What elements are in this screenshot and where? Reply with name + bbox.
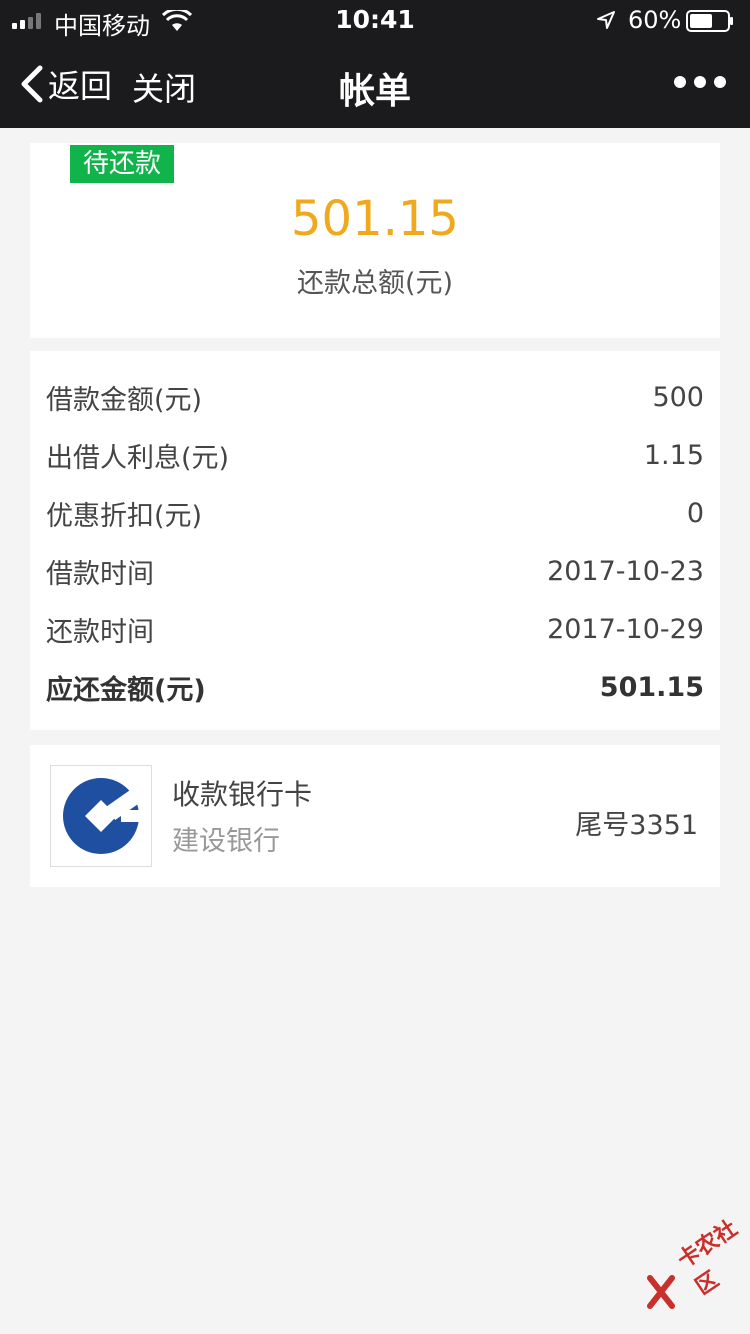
detail-row-interest: 出借人利息(元) 1.15 [46, 433, 704, 477]
total-amount: 501.15 [291, 191, 459, 247]
ccb-logo-icon [63, 778, 148, 854]
nav-bar: 返回 关闭 帐单 [0, 40, 750, 128]
detail-label: 出借人利息(元) [46, 442, 230, 474]
bank-card-row[interactable]: 收款银行卡 建设银行 尾号3351 [30, 745, 720, 887]
detail-value: 2017-10-29 [547, 613, 704, 645]
detail-label: 还款时间 [46, 616, 154, 648]
bank-logo [50, 765, 152, 867]
battery-percent: 60% [628, 6, 682, 34]
detail-label: 应还金额(元) [46, 674, 206, 706]
detail-value: 0 [686, 497, 704, 529]
detail-label: 借款金额(元) [46, 384, 203, 416]
watermark-text: 卡农社区 [673, 1216, 743, 1301]
more-options-icon[interactable] [672, 74, 728, 90]
page-title: 帐单 [338, 71, 411, 112]
battery-icon [686, 10, 733, 32]
detail-value: 501.15 [599, 671, 704, 703]
repayment-summary-card: 待还款 501.15 还款总额(元) [30, 143, 720, 338]
detail-row-loan-amount: 借款金额(元) 500 [46, 375, 704, 419]
status-bar: 中国移动 10:41 60% [0, 0, 750, 40]
detail-value: 2017-10-23 [547, 555, 704, 587]
detail-row-loan-date: 借款时间 2017-10-23 [46, 549, 704, 593]
bill-details-card: 借款金额(元) 500 出借人利息(元) 1.15 优惠折扣(元) 0 借款时间… [30, 351, 720, 730]
location-arrow-icon [597, 11, 615, 29]
status-badge: 待还款 [70, 145, 174, 183]
watermark-logo: 卡农社区 [640, 1216, 750, 1320]
bank-name: 建设银行 [172, 826, 280, 857]
watermark-icon [647, 1275, 675, 1309]
detail-value: 1.15 [643, 439, 704, 471]
total-amount-label: 还款总额(元) [296, 268, 454, 299]
bank-card-title: 收款银行卡 [172, 778, 313, 811]
card-tail-number: 尾号3351 [575, 810, 698, 841]
detail-row-amount-due: 应还金额(元) 501.15 [46, 665, 704, 709]
detail-label: 优惠折扣(元) [46, 500, 203, 532]
detail-row-repay-date: 还款时间 2017-10-29 [46, 607, 704, 651]
detail-value: 500 [652, 381, 704, 413]
top-bar: 中国移动 10:41 60% 返回 关闭 帐单 [0, 0, 750, 128]
detail-label: 借款时间 [46, 558, 154, 590]
detail-row-discount: 优惠折扣(元) 0 [46, 491, 704, 535]
